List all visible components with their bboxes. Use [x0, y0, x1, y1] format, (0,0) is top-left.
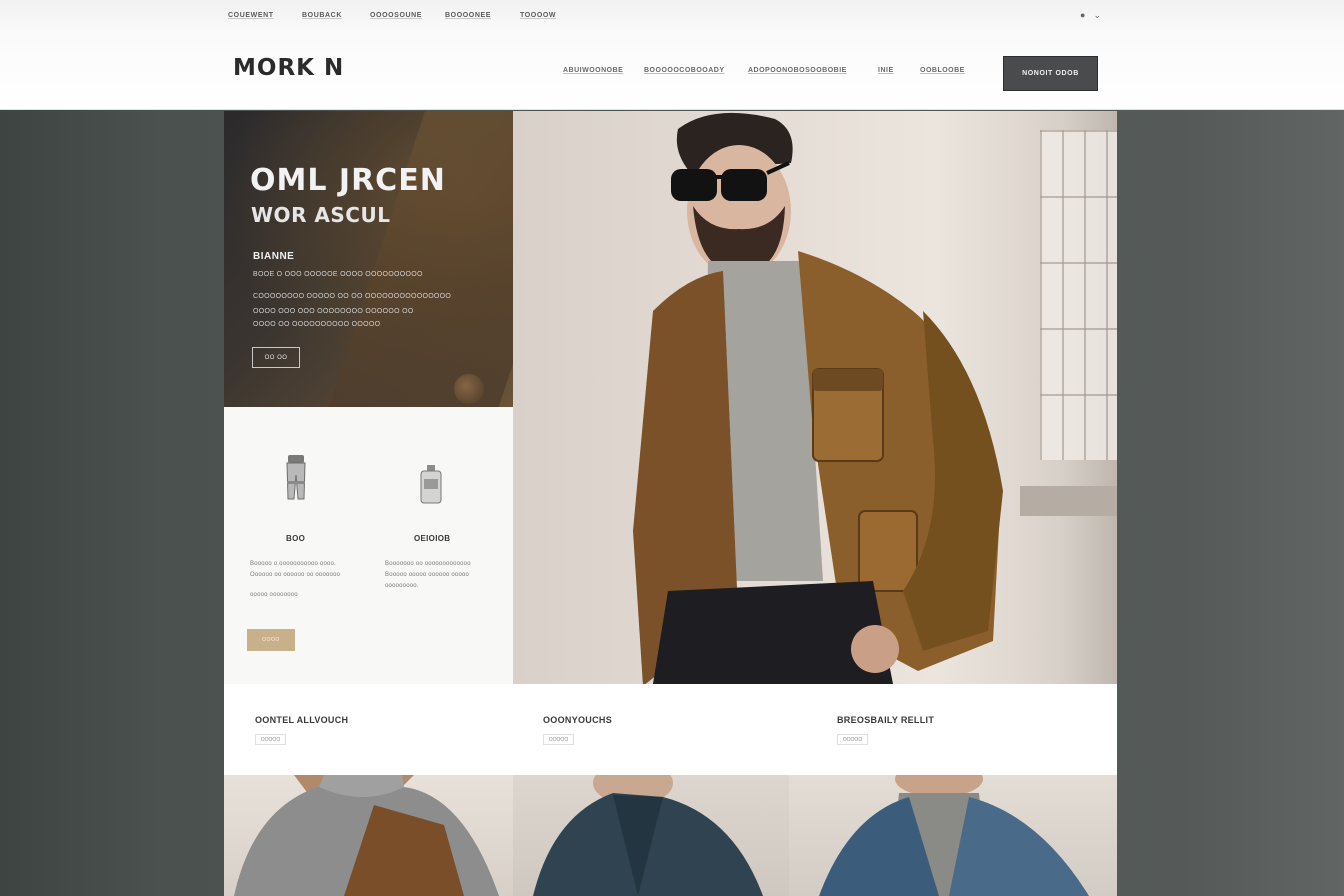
category-link[interactable]: OOOOO: [543, 734, 574, 745]
utility-bar: COUEWENT BOUBACK OOOOSOUNE BOOOONEE TOOO…: [0, 0, 1344, 34]
hero-panel: OML JRCEN WOR ASCUL BIANNE BOOE O OOO OO…: [224, 111, 513, 407]
nav-item-5[interactable]: OOBLOOBE: [920, 67, 965, 74]
category-link[interactable]: OOOOO: [837, 734, 868, 745]
category-title[interactable]: BREOSBAILY RELLIT: [837, 715, 934, 725]
jacket-collar-image: [314, 111, 513, 407]
window-sill: [1020, 486, 1117, 516]
features-button[interactable]: OOOO: [247, 629, 295, 651]
user-icon[interactable]: ●: [1080, 10, 1085, 21]
nav-item-4[interactable]: INIE: [878, 67, 894, 74]
chevron-down-icon[interactable]: ⌄: [1093, 10, 1101, 21]
nav-item-3[interactable]: ADOPOONOBOSOOBOBIE: [748, 67, 847, 74]
account-menu[interactable]: ● ⌄: [1080, 10, 1101, 21]
utility-link-3[interactable]: OOOOSOUNE: [370, 12, 422, 19]
product-tile-1[interactable]: [224, 775, 513, 896]
product-image-jean-jacket: [819, 775, 1089, 896]
utility-link-2[interactable]: BOUBACK: [302, 12, 342, 19]
jacket-button-image: [454, 374, 484, 404]
nav-item-1[interactable]: ABUIWOONOBE: [563, 67, 623, 74]
site-logo[interactable]: MORK N: [233, 55, 344, 81]
feature-text: ooooo oooooooo: [250, 592, 298, 598]
hero-button[interactable]: OO OO: [252, 347, 300, 368]
category-title[interactable]: OONTEL ALLVOUCH: [255, 715, 348, 725]
feature-text: ooooooooo.: [385, 583, 419, 589]
categories-strip: OONTEL ALLVOUCH OOOOO OOONYOUCHS OOOOO B…: [224, 684, 1117, 775]
utility-link-4[interactable]: BOOOONEE: [445, 12, 491, 19]
hero-text-line: OOOO OOO OOO OOOOOOOO OOOOOO OO: [253, 308, 414, 315]
feature-text: Oooooo oo oooooo oo ooooooo: [250, 572, 341, 578]
category-title[interactable]: OOONYOUCHS: [543, 715, 612, 725]
feature-title: BOO: [286, 534, 306, 543]
window-image: [1040, 130, 1117, 460]
header-cta-button[interactable]: NONOIT ODOB: [1003, 56, 1098, 91]
features-panel: BOO OEIOIOB Booooo o ooooooooooo oooo. O…: [224, 407, 513, 684]
product-tile-3[interactable]: [789, 775, 1117, 896]
feature-text: Booooo ooooo oooooo ooooo: [385, 572, 470, 578]
feature-text: Booooo o ooooooooooo oooo.: [250, 561, 336, 567]
bottle-icon: [420, 465, 442, 504]
hero-label: BIANNE: [253, 251, 295, 262]
hero-text-line: COOOOOOOO OOOOO OO OO OOOOOOOOOOOOOOO: [253, 293, 452, 300]
pants-icon: [286, 455, 306, 500]
utility-link-1[interactable]: COUEWENT: [228, 12, 274, 19]
product-image-denim-jacket: [533, 775, 763, 896]
category-link[interactable]: OOOOO: [255, 734, 286, 745]
hero-subtitle: WOR ASCUL: [251, 203, 391, 227]
product-image-turtleneck: [234, 775, 499, 896]
hero-text-line: OOOO OO OOOOOOOOOO OOOOO: [253, 321, 381, 328]
hero-title: OML JRCEN: [250, 163, 446, 198]
feature-title: OEIOIOB: [414, 534, 451, 543]
feature-text: Booooooo oo ooooooooooooo: [385, 561, 471, 567]
hero-text-line: BOOE O OOO OOOOOE OOOO OOOOOOOOOO: [253, 271, 423, 278]
utility-link-5[interactable]: TOOOOW: [520, 12, 556, 19]
nav-item-2[interactable]: BOOOOOCOBOOADY: [644, 67, 725, 74]
product-tile-2[interactable]: [513, 775, 789, 896]
